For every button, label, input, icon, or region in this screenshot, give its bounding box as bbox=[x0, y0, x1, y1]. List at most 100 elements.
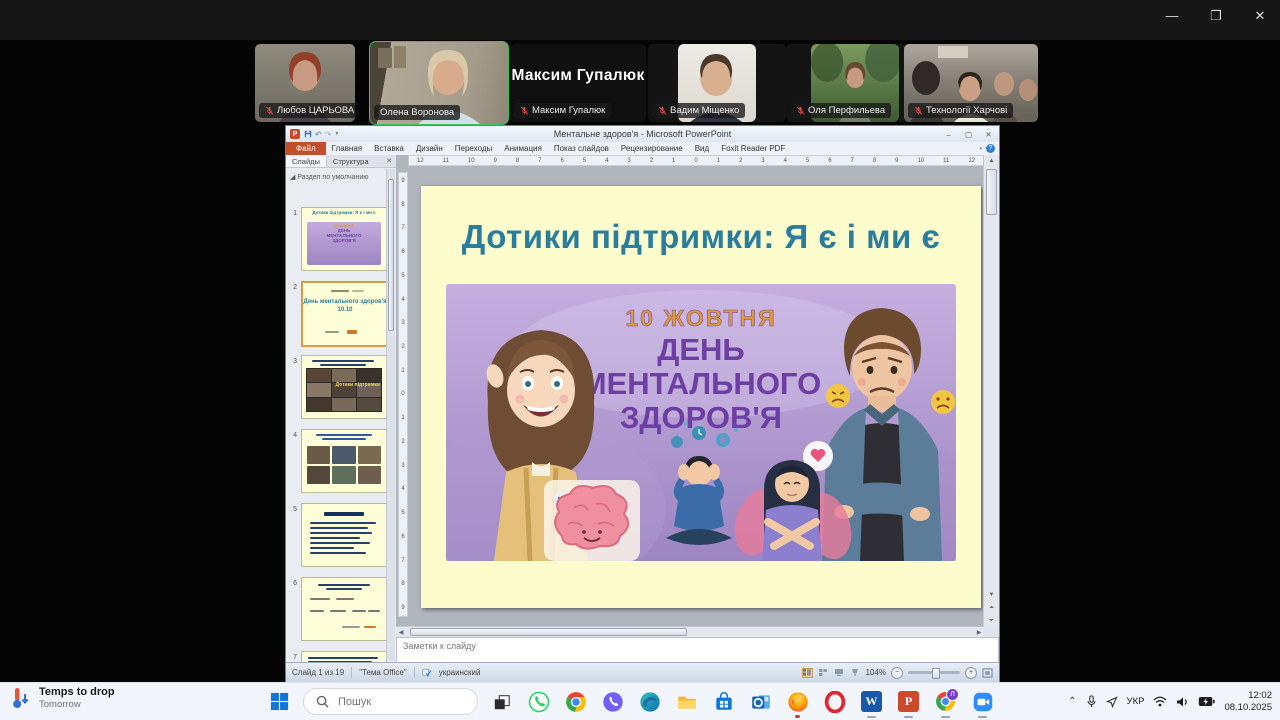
edge-button[interactable] bbox=[635, 687, 664, 716]
slide-thumbnail-2[interactable]: День ментального здоров'я 10.10 bbox=[301, 281, 389, 347]
proofing-language[interactable]: украинский bbox=[439, 668, 481, 677]
language-indicator[interactable]: УКР bbox=[1127, 696, 1145, 707]
ribbon-tab-home[interactable]: Главная bbox=[326, 142, 368, 155]
file-tab[interactable]: Файл bbox=[286, 142, 326, 155]
slide-thumbnail-1[interactable]: Дотики підтримки: Я є і ми є 10 ЖОВТНЯ Д… bbox=[301, 207, 387, 271]
restore-button[interactable]: ❐ bbox=[1208, 8, 1224, 24]
ribbon-tab-design[interactable]: Дизайн bbox=[410, 142, 449, 155]
ribbon-tab-review[interactable]: Рецензирование bbox=[615, 142, 689, 155]
zoom-app-button[interactable] bbox=[968, 687, 997, 716]
ribbon-tab-animations[interactable]: Анимация bbox=[498, 142, 548, 155]
scroll-right-icon[interactable]: ▶ bbox=[974, 627, 984, 637]
scroll-down-icon[interactable]: ▼ bbox=[984, 589, 999, 601]
slide-thumbnail-6[interactable] bbox=[301, 577, 387, 641]
tab-outline[interactable]: Структура bbox=[327, 155, 375, 167]
ppt-minimize-button[interactable]: – bbox=[942, 130, 955, 139]
previous-slide-icon[interactable]: ⏶ bbox=[984, 602, 999, 614]
viber-button[interactable] bbox=[598, 687, 627, 716]
slide-canvas[interactable]: Дотики підтримки: Я є і ми є 10 ЖОВТНЯ Д… bbox=[421, 186, 981, 608]
chrome-profile-button[interactable]: Л bbox=[931, 687, 960, 716]
scroll-left-icon[interactable]: ◀ bbox=[396, 627, 406, 637]
section-header[interactable]: ◢ Раздел по умолчанию bbox=[290, 173, 369, 181]
help-icon[interactable]: ? bbox=[986, 144, 995, 153]
taskbar-search[interactable] bbox=[303, 688, 478, 715]
powerpoint-button[interactable]: P bbox=[894, 687, 923, 716]
search-icon bbox=[316, 695, 329, 708]
fit-to-window-icon[interactable] bbox=[982, 668, 993, 678]
location-icon[interactable] bbox=[1106, 696, 1118, 708]
reading-view-icon[interactable] bbox=[834, 668, 845, 678]
ribbon-tab-bar: Файл Главная Вставка Дизайн Переходы Ани… bbox=[286, 142, 999, 156]
word-button[interactable]: W bbox=[857, 687, 886, 716]
pane-scrollbar[interactable] bbox=[386, 169, 395, 661]
desktop-screen: — ❐ ✕ Любов ЦАРЬОВА bbox=[0, 0, 1280, 720]
horizontal-ruler[interactable]: 1211109876543210123456789101112 bbox=[408, 155, 984, 166]
normal-view-icon[interactable] bbox=[802, 668, 813, 678]
microsoft-store-button[interactable] bbox=[709, 687, 738, 716]
undo-icon[interactable]: ↶ bbox=[315, 130, 322, 139]
tab-slides[interactable]: Слайды bbox=[286, 155, 327, 167]
horizontal-scrollbar-thumb[interactable] bbox=[410, 628, 687, 636]
chrome-button[interactable] bbox=[561, 687, 590, 716]
ribbon-tab-foxit[interactable]: Foxit Reader PDF bbox=[715, 142, 791, 155]
outlook-button[interactable] bbox=[746, 687, 775, 716]
start-button[interactable] bbox=[265, 687, 294, 716]
outlook-icon bbox=[750, 691, 772, 713]
slide-thumbnail-5[interactable] bbox=[301, 503, 387, 567]
whatsapp-button[interactable] bbox=[524, 687, 553, 716]
participant-tile-active-speaker[interactable]: Олена Воронова bbox=[370, 42, 508, 124]
zoom-slider[interactable] bbox=[908, 671, 960, 674]
pane-close-icon[interactable]: ✕ bbox=[382, 155, 396, 167]
ribbon-collapse-icon[interactable]: ▾ bbox=[979, 146, 982, 152]
ppt-restore-button[interactable]: ▢ bbox=[962, 130, 975, 139]
participant-tile[interactable]: Технології Харчові bbox=[904, 44, 1038, 122]
slide-title[interactable]: Дотики підтримки: Я є і ми є bbox=[421, 218, 981, 256]
thumb-photo-collage bbox=[306, 368, 382, 412]
participant-tile-video-off[interactable]: Максим Гупалюк Максим Гупалюк bbox=[510, 44, 646, 122]
vertical-scrollbar-thumb[interactable] bbox=[986, 169, 997, 215]
ribbon-tab-slideshow[interactable]: Показ слайдов bbox=[548, 142, 615, 155]
slideshow-view-icon[interactable] bbox=[850, 668, 861, 678]
taskbar-clock[interactable]: 12:02 08.10.2025 bbox=[1224, 690, 1272, 714]
participant-tile[interactable]: Вадим Міщенко bbox=[648, 44, 786, 122]
vertical-ruler[interactable]: 9876543210123456789 bbox=[398, 172, 408, 617]
firefox-button[interactable] bbox=[783, 687, 812, 716]
battery-icon[interactable] bbox=[1198, 696, 1215, 707]
ppt-close-button[interactable]: ✕ bbox=[982, 130, 995, 139]
horizontal-scrollbar[interactable]: ◀ ▶ bbox=[396, 626, 984, 637]
zoom-out-icon[interactable]: − bbox=[891, 667, 903, 679]
spellcheck-icon[interactable] bbox=[422, 668, 432, 677]
ribbon-tab-insert[interactable]: Вставка bbox=[368, 142, 410, 155]
notes-pane[interactable]: Заметки к слайду bbox=[396, 637, 999, 663]
minimize-button[interactable]: — bbox=[1164, 8, 1180, 24]
vertical-scrollbar[interactable]: ▲ ▼ ⏶ ⏷ bbox=[983, 155, 999, 627]
zoom-slider-thumb[interactable] bbox=[932, 668, 940, 679]
slide-thumbnail-3[interactable]: Дотики підтримки bbox=[301, 355, 387, 419]
qat-dropdown-icon[interactable]: ▼ bbox=[334, 131, 339, 137]
next-slide-icon[interactable]: ⏷ bbox=[984, 615, 999, 627]
wifi-icon[interactable] bbox=[1153, 696, 1167, 707]
task-view-button[interactable] bbox=[487, 687, 516, 716]
weather-widget[interactable]: Temps to drop Tomorrow bbox=[10, 686, 115, 711]
redo-icon[interactable]: ↷ bbox=[325, 130, 332, 139]
theme-name: "Тема Office" bbox=[359, 668, 407, 677]
ribbon-tab-transitions[interactable]: Переходы bbox=[449, 142, 499, 155]
participant-tile[interactable]: Любов ЦАРЬОВА bbox=[255, 44, 355, 122]
slide-thumbnail-4[interactable] bbox=[301, 429, 387, 493]
microphone-icon[interactable] bbox=[1086, 695, 1097, 708]
search-input[interactable] bbox=[336, 695, 450, 709]
ribbon-tab-view[interactable]: Вид bbox=[689, 142, 715, 155]
hidden-icons-chevron[interactable]: ⌃ bbox=[1068, 696, 1076, 707]
file-explorer-button[interactable] bbox=[672, 687, 701, 716]
close-button[interactable]: ✕ bbox=[1252, 8, 1268, 24]
ppt-titlebar[interactable]: P ↶ ↷ ▼ Ментальне здоров'я - Microsoft P… bbox=[286, 126, 999, 143]
scroll-up-icon[interactable]: ▲ bbox=[984, 155, 999, 167]
opera-button[interactable] bbox=[820, 687, 849, 716]
save-icon[interactable] bbox=[304, 130, 312, 138]
pane-scrollbar-thumb[interactable] bbox=[388, 179, 394, 331]
volume-icon[interactable] bbox=[1176, 696, 1189, 708]
zoom-in-icon[interactable]: + bbox=[965, 667, 977, 679]
tray-time: 12:02 bbox=[1224, 690, 1272, 702]
mental-health-day-poster[interactable]: 10 ЖОВТНЯ ДЕНЬ МЕНТАЛЬНОГО ЗДОРОВ'Я bbox=[446, 284, 956, 561]
slide-sorter-view-icon[interactable] bbox=[818, 668, 829, 678]
